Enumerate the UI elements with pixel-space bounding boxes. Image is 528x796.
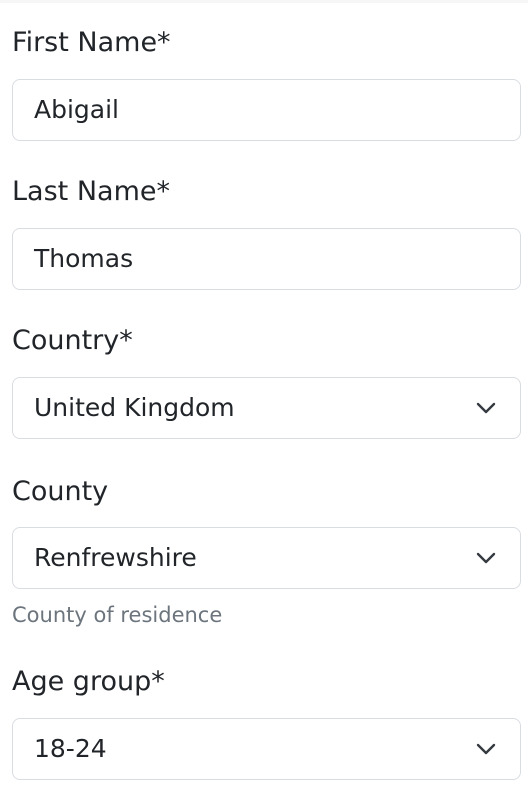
county-selected-value: Renfrewshire (34, 543, 197, 572)
country-select[interactable]: United Kingdom (12, 377, 521, 439)
chevron-down-icon (476, 552, 496, 564)
last-name-value: Thomas (34, 244, 134, 273)
first-name-label: First Name* (12, 27, 171, 58)
country-label: Country* (12, 325, 133, 356)
last-name-label: Last Name* (12, 176, 170, 207)
county-select[interactable]: Renfrewshire (12, 527, 521, 589)
chevron-down-icon (476, 743, 496, 755)
age-group-select[interactable]: 18-24 (12, 718, 521, 780)
age-group-label: Age group* (12, 666, 165, 697)
chevron-down-icon (476, 402, 496, 414)
county-help-text: County of residence (12, 603, 223, 627)
first-name-field[interactable]: Abigail (12, 79, 521, 141)
county-label: County (12, 476, 109, 507)
age-group-selected-value: 18-24 (34, 734, 107, 763)
first-name-value: Abigail (34, 95, 119, 124)
top-divider (0, 0, 528, 3)
country-selected-value: United Kingdom (34, 393, 235, 422)
last-name-field[interactable]: Thomas (12, 228, 521, 290)
